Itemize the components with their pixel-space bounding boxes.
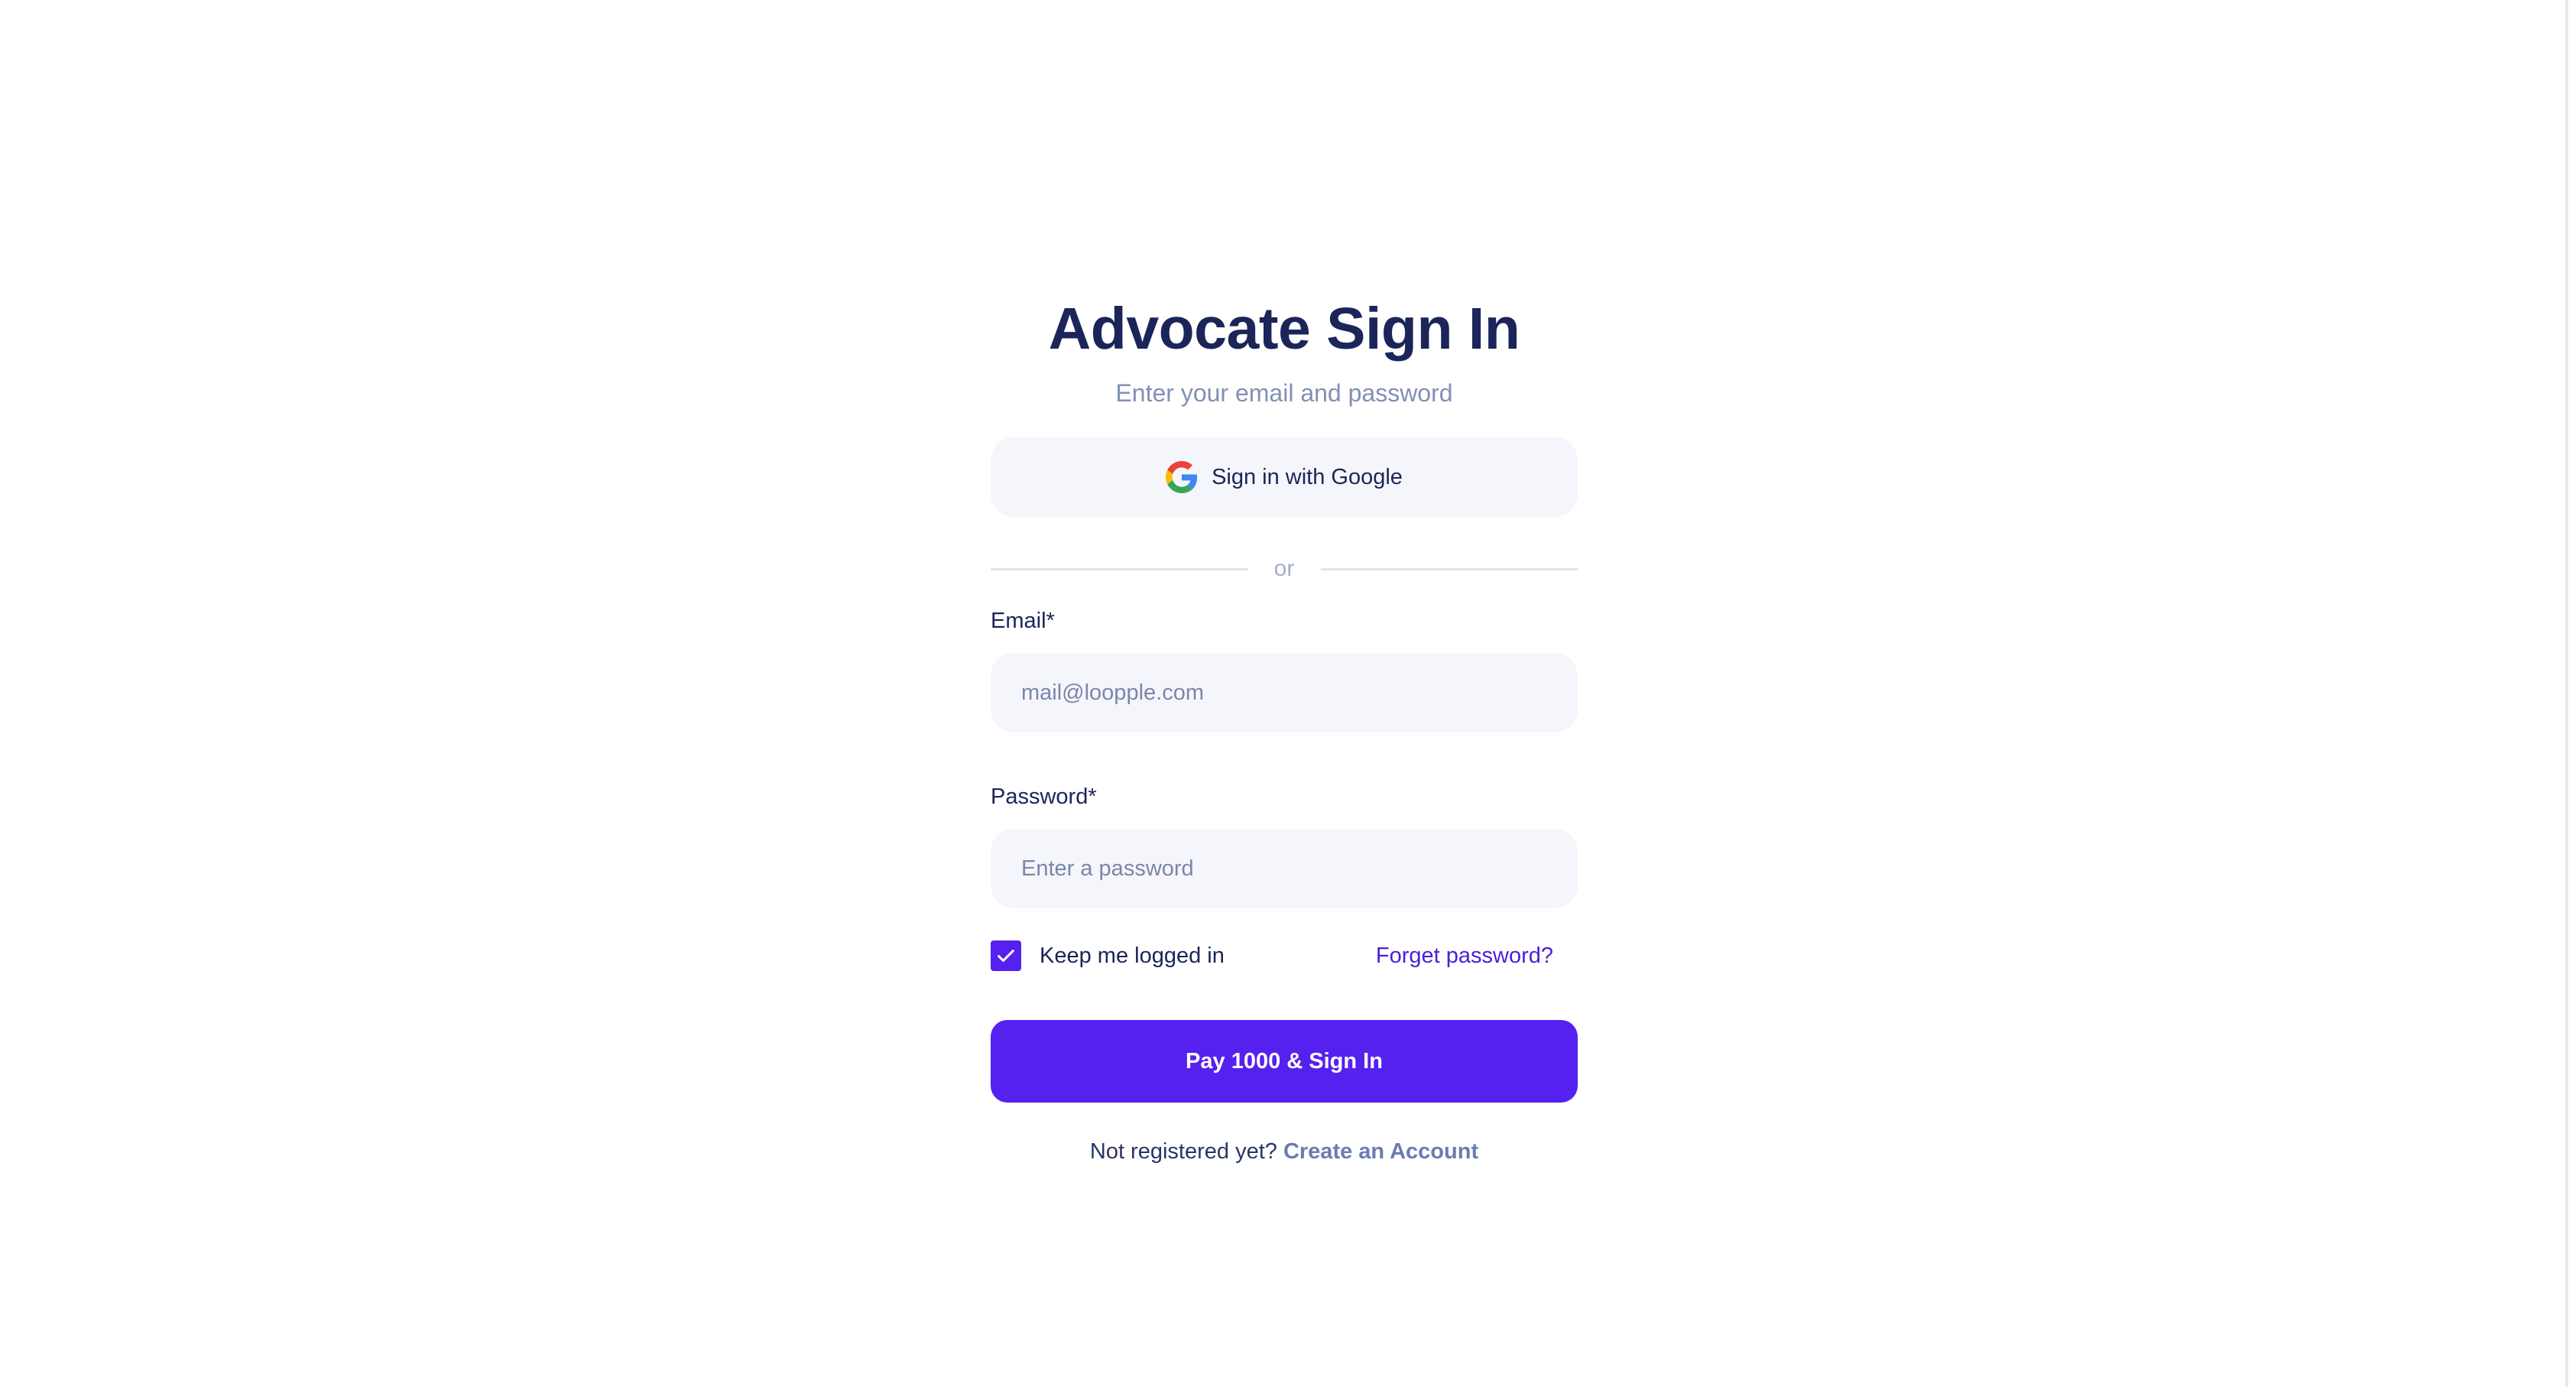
password-label: Password*	[991, 784, 1097, 809]
forget-password-link[interactable]: Forget password?	[1376, 944, 1553, 969]
keep-logged-in-wrap: Keep me logged in	[991, 940, 1225, 971]
google-sign-in-button[interactable]: Sign in with Google	[991, 437, 1578, 517]
create-account-link[interactable]: Create an Account	[1283, 1139, 1478, 1164]
keep-logged-in-checkbox[interactable]	[991, 940, 1021, 971]
page-subtitle: Enter your email and password	[1115, 379, 1453, 407]
page-title: Advocate Sign In	[1048, 296, 1520, 362]
register-row: Not registered yet? Create an Account	[991, 1136, 1578, 1167]
register-prompt: Not registered yet?	[1089, 1139, 1283, 1164]
checkmark-icon	[998, 950, 1014, 962]
keep-logged-in-label: Keep me logged in	[1040, 943, 1225, 968]
sign-in-card: Advocate Sign In Enter your email and pa…	[991, 291, 1578, 1167]
divider-line-right	[1321, 567, 1578, 570]
email-label: Email*	[991, 609, 1055, 633]
divider-text: or	[1273, 556, 1295, 581]
or-divider: or	[991, 554, 1578, 584]
divider-line-left	[991, 567, 1247, 570]
password-field[interactable]	[991, 829, 1578, 908]
google-icon	[1166, 461, 1198, 493]
pay-and-sign-in-button[interactable]: Pay 1000 & Sign In	[991, 1020, 1578, 1103]
sign-in-page: Advocate Sign In Enter your email and pa…	[0, 0, 2576, 1387]
google-sign-in-label: Sign in with Google	[1212, 464, 1403, 489]
email-field[interactable]	[991, 653, 1578, 732]
right-edge-divider	[2565, 0, 2568, 1387]
login-options-row: Keep me logged in Forget password?	[991, 939, 1578, 973]
